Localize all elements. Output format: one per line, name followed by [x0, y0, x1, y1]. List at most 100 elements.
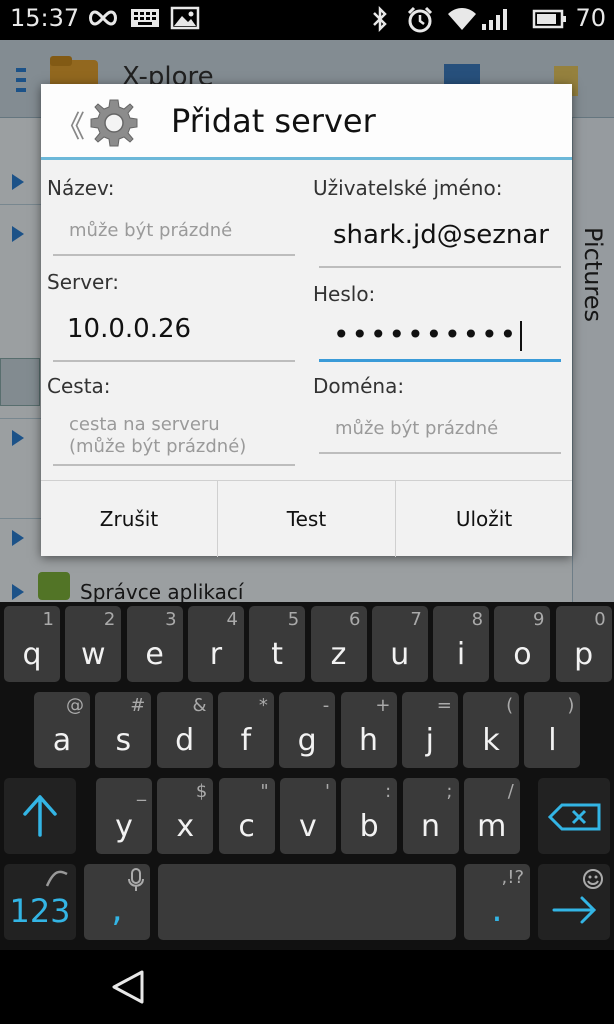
key-label: s: [115, 723, 132, 758]
key-j[interactable]: = j: [401, 692, 458, 768]
comma-key-label: ,: [111, 889, 123, 930]
key-n[interactable]: ; n: [402, 778, 459, 854]
key-s[interactable]: # s: [95, 692, 152, 768]
test-button[interactable]: Test: [218, 481, 395, 557]
domain-placeholder: může být prázdné: [335, 418, 499, 439]
key-label: t: [271, 637, 284, 672]
key-h[interactable]: + h: [340, 692, 397, 768]
navigation-bar: [0, 950, 614, 1024]
key-k[interactable]: (k: [463, 692, 520, 768]
path-placeholder: cesta na serveru (může být prázdné): [69, 414, 247, 457]
username-value: shark.jd@seznar: [333, 220, 549, 250]
backspace-key[interactable]: [538, 778, 610, 854]
key-label: j: [425, 723, 434, 758]
name-placeholder: může být prázdné: [69, 220, 233, 241]
key-v[interactable]: ' v: [279, 778, 336, 854]
image-icon: [170, 6, 200, 30]
key-z[interactable]: 6z: [310, 606, 367, 682]
key-u[interactable]: 7u: [371, 606, 428, 682]
key-e[interactable]: 3e: [126, 606, 183, 682]
key-x[interactable]: $ x: [157, 778, 214, 854]
key-d[interactable]: & d: [156, 692, 213, 768]
key-label: m: [477, 809, 507, 844]
key-label: q: [22, 637, 42, 672]
key-p[interactable]: 0p: [555, 606, 612, 682]
key-y[interactable]: _ y: [96, 778, 152, 854]
key-hint: /: [507, 781, 514, 802]
soft-keyboard: 1q2w3e4r5t6z7u8i9o0p @ a # s & d * f - g + h = j(k) l …: [0, 602, 614, 950]
key-c[interactable]: " c: [218, 778, 275, 854]
key-label: v: [299, 809, 317, 844]
name-input[interactable]: může být prázdné: [53, 206, 295, 256]
numbers-key[interactable]: 123: [4, 864, 76, 940]
key-l[interactable]: ) l: [524, 692, 581, 768]
infinity-icon: [89, 10, 117, 26]
key-label: d: [175, 723, 195, 758]
key-hint: 2: [103, 609, 116, 630]
space-key[interactable]: [158, 864, 456, 940]
key-hint: #: [130, 695, 146, 716]
battery-icon: [532, 9, 566, 29]
key-label: p: [574, 637, 594, 672]
key-hint: &: [192, 695, 207, 716]
key-f[interactable]: * f: [217, 692, 274, 768]
status-bar: 15:37 70: [0, 0, 614, 40]
key-label: f: [240, 723, 252, 758]
key-hint: 1: [42, 609, 54, 630]
key-label: w: [81, 637, 106, 672]
nav-back-icon[interactable]: [110, 968, 148, 1006]
dialog-button-bar: Zrušit Test Uložit: [41, 480, 572, 557]
username-input[interactable]: shark.jd@seznar: [319, 210, 561, 268]
key-g[interactable]: -g: [279, 692, 336, 768]
key-w[interactable]: 2w: [65, 606, 122, 682]
key-hint: 6: [349, 609, 361, 630]
wifi-icon: [448, 8, 476, 30]
period-key[interactable]: ,!? .: [464, 864, 530, 940]
key-label: c: [238, 809, 255, 844]
key-label: b: [359, 809, 379, 844]
key-hint: @: [66, 695, 84, 716]
path-input[interactable]: cesta na serveru (může být prázdné): [53, 404, 295, 466]
key-q[interactable]: 1q: [4, 606, 60, 682]
server-input[interactable]: 10.0.0.26: [53, 304, 295, 362]
key-a[interactable]: @ a: [34, 692, 90, 768]
key-o[interactable]: 9o: [494, 606, 551, 682]
cancel-button[interactable]: Zrušit: [41, 481, 217, 557]
back-chevron-icon[interactable]: 《: [55, 102, 85, 146]
key-r[interactable]: 4r: [187, 606, 244, 682]
bluetooth-icon: [373, 6, 387, 32]
key-hint: ;: [446, 781, 453, 802]
key-hint: ": [260, 781, 269, 802]
key-hint: 9: [532, 609, 545, 630]
swype-logo-icon: [45, 870, 68, 887]
key-hint: +: [375, 695, 391, 716]
emoji-icon: [583, 869, 603, 889]
key-label: z: [330, 637, 347, 672]
key-label: a: [52, 723, 72, 758]
numbers-key-label: 123: [9, 892, 71, 930]
key-hint: 3: [165, 609, 177, 630]
dialog-header: 《 Přidat server: [41, 84, 572, 160]
save-button[interactable]: Uložit: [396, 481, 572, 557]
key-hint: -: [322, 695, 330, 716]
key-hint: 4: [226, 609, 238, 630]
key-hint: ): [567, 695, 575, 716]
key-hint: 8: [471, 609, 484, 630]
key-hint: (: [506, 695, 514, 716]
signal-icon: [482, 9, 507, 30]
period-key-label: .: [491, 889, 503, 930]
key-t[interactable]: 5t: [249, 606, 306, 682]
name-label: Název:: [47, 176, 115, 200]
key-label: u: [390, 637, 410, 672]
text-caret: [520, 321, 523, 351]
next-key[interactable]: [538, 864, 610, 940]
key-i[interactable]: 8i: [433, 606, 490, 682]
key-b[interactable]: :b: [341, 778, 398, 854]
shift-key[interactable]: [4, 778, 76, 854]
comma-key[interactable]: ,: [84, 864, 150, 940]
key-m[interactable]: / m: [463, 778, 520, 854]
key-hint: =: [436, 695, 452, 716]
password-input[interactable]: ••••••••••: [319, 312, 561, 362]
key-hint: 7: [410, 609, 422, 630]
domain-input[interactable]: může být prázdné: [319, 404, 561, 454]
